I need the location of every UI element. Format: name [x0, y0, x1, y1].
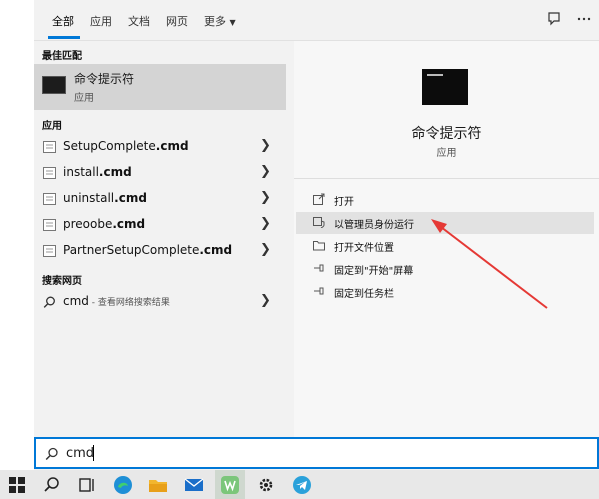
text-cursor	[93, 445, 94, 461]
search-box[interactable]: cmd	[34, 437, 599, 469]
search-input[interactable]: cmd	[66, 446, 94, 461]
search-icon	[45, 447, 58, 461]
taskbar	[0, 470, 599, 499]
task-view-icon[interactable]	[76, 474, 98, 496]
wps-app-icon[interactable]	[219, 474, 241, 496]
file-explorer-icon[interactable]	[147, 474, 169, 496]
telegram-icon[interactable]	[291, 474, 313, 496]
mail-icon[interactable]	[183, 474, 205, 496]
edge-browser-icon[interactable]	[112, 474, 134, 496]
search-icon[interactable]	[41, 474, 63, 496]
windows-start-icon[interactable]	[6, 474, 28, 496]
settings-gear-icon[interactable]	[255, 474, 277, 496]
annotation-arrow	[431, 219, 548, 309]
